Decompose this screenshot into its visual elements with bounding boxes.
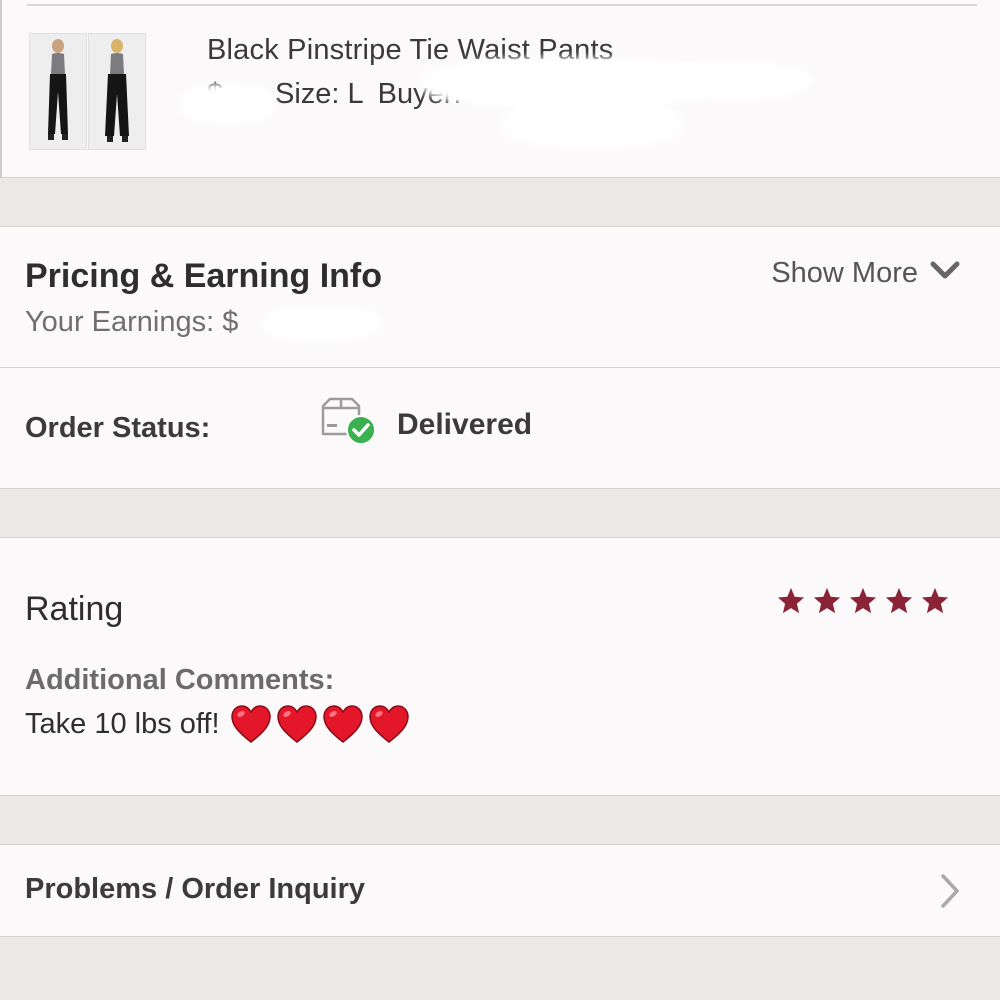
star-icon xyxy=(776,586,806,616)
heart-icon xyxy=(276,704,318,744)
product-photo-front[interactable] xyxy=(29,33,87,150)
chevron-down-icon xyxy=(930,257,960,290)
heart-icon xyxy=(322,704,364,744)
redaction xyxy=(262,305,382,341)
star-icon xyxy=(848,586,878,616)
star-icon xyxy=(884,586,914,616)
redaction xyxy=(180,84,275,124)
redaction xyxy=(502,100,682,148)
your-earnings: Your Earnings: $ xyxy=(25,306,239,338)
heart-icon xyxy=(368,704,410,744)
additional-comments: Take 10 lbs off! xyxy=(25,704,410,744)
order-status-label: Order Status: xyxy=(25,412,211,444)
show-more-button[interactable]: Show More xyxy=(771,257,960,290)
product-size: Size: L xyxy=(275,78,364,110)
star-rating xyxy=(776,586,950,616)
redaction xyxy=(642,62,812,100)
additional-comments-label: Additional Comments: xyxy=(25,664,335,696)
comment-text: Take 10 lbs off! xyxy=(25,707,220,740)
rating-title: Rating xyxy=(25,590,124,628)
order-status-value: Delivered xyxy=(397,408,533,441)
problems-order-inquiry-label: Problems / Order Inquiry xyxy=(25,873,366,905)
heart-emojis xyxy=(230,704,410,744)
star-icon xyxy=(812,586,842,616)
show-more-label: Show More xyxy=(771,257,918,289)
package-delivered-icon xyxy=(320,396,380,448)
pricing-earning-card: Pricing & Earning Info Your Earnings: $ … xyxy=(0,226,1000,368)
product-photo-back[interactable] xyxy=(88,33,146,150)
pricing-title: Pricing & Earning Info xyxy=(25,257,383,295)
heart-icon xyxy=(230,704,272,744)
problems-order-inquiry-row[interactable]: Problems / Order Inquiry xyxy=(0,844,1000,937)
rating-card: Rating Additional Comments: Take 10 lbs … xyxy=(0,537,1000,796)
star-icon xyxy=(920,586,950,616)
order-status-card: Order Status: Delivered xyxy=(0,367,1000,489)
product-card[interactable]: Black Pinstripe Tie Waist Pants $Size: L… xyxy=(0,0,1000,178)
chevron-right-icon xyxy=(938,873,962,914)
divider xyxy=(27,4,977,6)
